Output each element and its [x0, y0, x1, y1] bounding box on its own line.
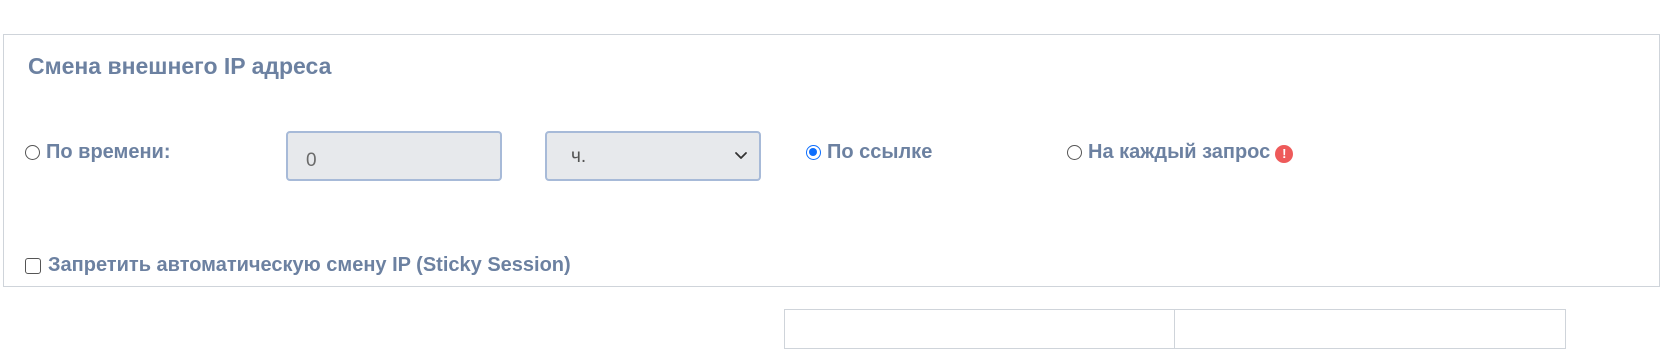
- exclamation-circle-icon[interactable]: !: [1275, 144, 1294, 163]
- time-unit-value: ч.: [571, 146, 587, 167]
- chevron-down-icon: [735, 152, 747, 159]
- radio-every-request-circle[interactable]: [1067, 145, 1082, 160]
- panel-title: Смена внешнего IP адреса: [28, 53, 332, 79]
- sticky-session-option[interactable]: Запретить автоматическую смену IP (Stick…: [25, 254, 571, 277]
- time-value-input[interactable]: [286, 131, 502, 181]
- radio-every-request[interactable]: На каждый запрос !: [1067, 141, 1294, 164]
- time-unit-select[interactable]: ч.: [545, 131, 761, 181]
- ip-change-panel: Смена внешнего IP адреса По времени: ч. …: [3, 34, 1660, 287]
- radio-by-link-label[interactable]: По ссылке: [827, 141, 932, 164]
- table-cell-divider: [1174, 310, 1175, 348]
- radio-by-time-label[interactable]: По времени:: [46, 141, 170, 164]
- sticky-session-label[interactable]: Запретить автоматическую смену IP (Stick…: [48, 254, 571, 277]
- bottom-table-partial: [784, 309, 1566, 349]
- radio-by-time-circle[interactable]: [25, 145, 40, 160]
- radio-by-link[interactable]: По ссылке: [806, 141, 932, 164]
- radio-by-time[interactable]: По времени:: [25, 141, 170, 164]
- sticky-session-checkbox[interactable]: [25, 257, 41, 274]
- radio-by-link-circle[interactable]: [806, 145, 821, 160]
- radio-every-request-label[interactable]: На каждый запрос: [1088, 141, 1270, 164]
